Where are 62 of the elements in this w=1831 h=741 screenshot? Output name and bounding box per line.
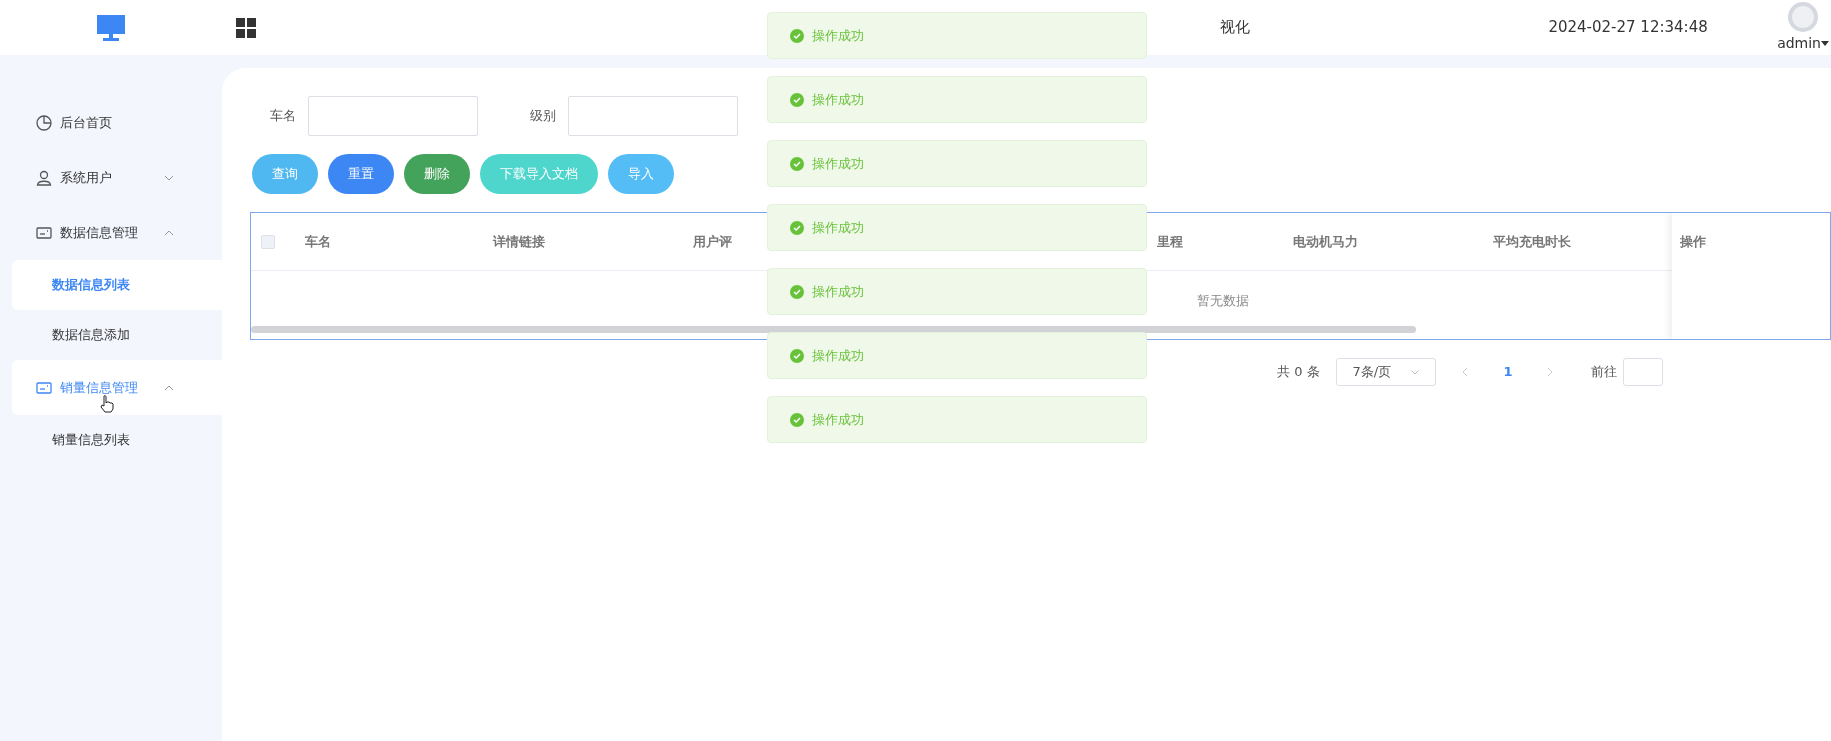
empty-text: 暂无数据 bbox=[1197, 292, 1249, 310]
sidebar-item[interactable]: 销量信息管理 bbox=[12, 360, 222, 415]
column-header: 详情链接 bbox=[491, 232, 546, 251]
chevron-up-icon bbox=[164, 384, 174, 391]
sidebar-subitem[interactable]: 数据信息添加 bbox=[0, 310, 222, 360]
sidebar-subitem[interactable]: 数据信息列表 bbox=[12, 260, 222, 310]
grid-menu-icon[interactable] bbox=[236, 17, 256, 38]
search-field[interactable] bbox=[308, 96, 478, 136]
sidebar-item[interactable]: 数据信息管理 bbox=[0, 205, 222, 260]
success-toast: 操作成功 bbox=[767, 332, 1147, 379]
hand-cursor-icon bbox=[100, 395, 114, 413]
pie-chart-icon bbox=[36, 114, 52, 131]
user-icon bbox=[36, 169, 52, 186]
page-input[interactable] bbox=[1622, 358, 1663, 386]
check-circle-icon bbox=[790, 28, 804, 43]
goto-label: 前往 bbox=[1590, 363, 1617, 382]
action-button[interactable]: 重置 bbox=[328, 154, 394, 194]
card-icon bbox=[36, 379, 52, 396]
chevron-down-icon bbox=[1410, 369, 1419, 375]
column-header: 里程 bbox=[1156, 232, 1184, 251]
avatar-icon bbox=[1787, 1, 1820, 33]
card-icon bbox=[36, 224, 52, 241]
check-circle-icon bbox=[790, 412, 804, 427]
prev-page-icon[interactable] bbox=[1461, 367, 1468, 377]
success-toast: 操作成功 bbox=[767, 76, 1147, 123]
check-circle-icon bbox=[790, 348, 804, 363]
scrollbar-thumb[interactable] bbox=[251, 326, 1416, 333]
success-toast: 操作成功 bbox=[767, 12, 1147, 59]
total-count: 共 0 条 bbox=[1277, 363, 1320, 382]
user-menu[interactable]: admin bbox=[1777, 33, 1829, 54]
chevron-up-icon bbox=[164, 229, 174, 236]
action-button[interactable]: 查询 bbox=[252, 154, 318, 194]
sidebar-item[interactable]: 系统用户 bbox=[0, 150, 222, 205]
page-size-select[interactable]: 7条/页 bbox=[1335, 358, 1436, 386]
sidebar-item[interactable]: 后台首页 bbox=[0, 95, 222, 150]
check-circle-icon bbox=[790, 156, 804, 171]
action-button[interactable]: 删除 bbox=[404, 154, 470, 194]
success-toast: 操作成功 bbox=[767, 140, 1147, 187]
check-circle-icon bbox=[790, 92, 804, 107]
success-toast: 操作成功 bbox=[767, 396, 1147, 443]
caret-icon bbox=[1821, 41, 1829, 47]
column-header: 用户评 bbox=[692, 232, 733, 251]
sidebar-subitem[interactable]: 销量信息列表 bbox=[0, 415, 222, 465]
field-label: 级别 bbox=[529, 107, 557, 126]
select-all-checkbox[interactable] bbox=[261, 234, 275, 249]
column-header: 电动机马力 bbox=[1292, 232, 1359, 251]
column-header: 平均充电时长 bbox=[1492, 232, 1572, 251]
check-circle-icon bbox=[790, 284, 804, 299]
next-page-icon[interactable] bbox=[1546, 367, 1553, 377]
chevron-down-icon bbox=[164, 174, 174, 181]
app-title: 视化 bbox=[1220, 17, 1251, 39]
page-number[interactable]: 1 bbox=[1503, 362, 1513, 382]
success-toast: 操作成功 bbox=[767, 268, 1147, 315]
column-header: 车名 bbox=[305, 232, 332, 251]
monitor-icon bbox=[97, 14, 125, 41]
field-label: 车名 bbox=[269, 107, 297, 126]
search-field[interactable] bbox=[568, 96, 738, 136]
success-toast: 操作成功 bbox=[767, 204, 1147, 251]
check-circle-icon bbox=[790, 220, 804, 235]
datetime-text: 2024-02-27 12:34:48 bbox=[1548, 17, 1708, 39]
column-header: 操作 bbox=[1680, 233, 1706, 251]
action-button[interactable]: 导入 bbox=[608, 154, 674, 194]
